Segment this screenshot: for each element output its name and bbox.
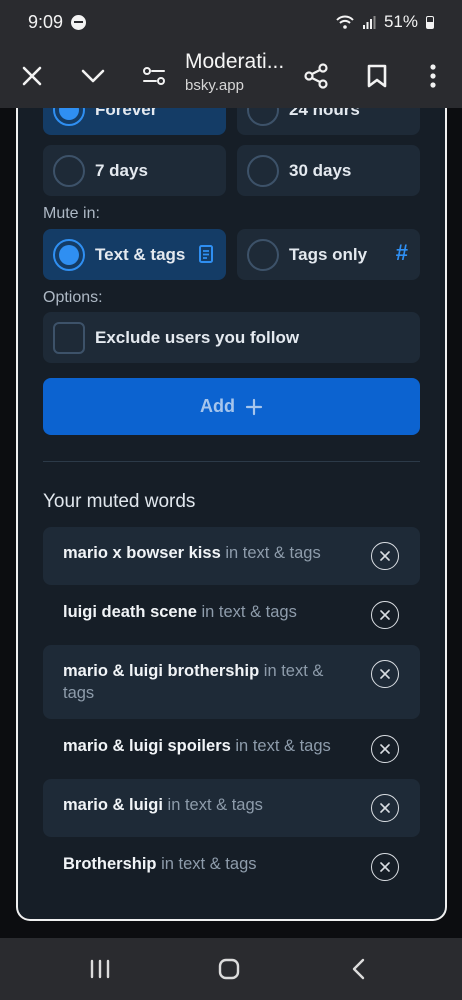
remove-muted-word-button[interactable] — [371, 542, 399, 570]
signal-icon — [362, 16, 376, 29]
muted-word-row: Brothership in text & tags — [43, 838, 420, 896]
muted-word-text: Brothership in text & tags — [63, 853, 353, 875]
muted-word-scope: in text & tags — [235, 737, 331, 755]
page-content: Forever 24 hours 7 days 30 days Mute in:… — [0, 108, 462, 938]
close-icon — [380, 862, 390, 872]
muted-word: luigi death scene — [63, 603, 197, 621]
muted-word: Brothership — [63, 855, 157, 873]
share-button[interactable] — [294, 44, 338, 108]
muted-word-text: mario & luigi spoilers in text & tags — [63, 735, 353, 757]
muted-word: mario & luigi spoilers — [63, 737, 231, 755]
radio-icon — [247, 108, 279, 126]
recent-apps-button[interactable] — [70, 938, 130, 1000]
remove-muted-word-button[interactable] — [371, 601, 399, 629]
option-label: Tags only — [289, 244, 368, 264]
tune-icon — [143, 67, 165, 85]
minimize-button[interactable] — [71, 44, 115, 108]
duration-option-24-hours[interactable]: 24 hours — [237, 108, 420, 135]
battery-percent: 51% — [383, 12, 418, 31]
remove-muted-word-button[interactable] — [371, 853, 399, 881]
site-settings-button[interactable] — [132, 44, 176, 108]
option-label: 24 hours — [289, 108, 360, 119]
option-label: Exclude users you follow — [95, 327, 300, 347]
home-icon — [218, 958, 240, 980]
page-title: Moderati... — [185, 50, 285, 73]
radio-selected-icon — [53, 238, 85, 271]
muted-word-text: mario x bowser kiss in text & tags — [63, 542, 353, 564]
close-icon — [380, 744, 390, 754]
checkbox-icon — [53, 321, 85, 354]
more-options-button[interactable] — [411, 44, 455, 108]
close-tab-button[interactable] — [10, 44, 54, 108]
radio-icon — [53, 154, 85, 187]
muted-word: mario & luigi — [63, 796, 163, 814]
muted-word: mario & luigi brothership — [63, 662, 260, 680]
status-time: 9:09 — [28, 11, 64, 32]
mute-in-label: Mute in: — [43, 205, 100, 222]
exclude-following-checkbox[interactable]: Exclude users you follow — [43, 312, 420, 363]
status-indicators: 51% — [336, 12, 434, 32]
muted-word-row: mario & luigi in text & tags — [43, 779, 420, 837]
divider — [43, 461, 420, 462]
bookmark-icon — [367, 64, 387, 88]
muted-word-scope: in text & tags — [201, 603, 297, 621]
muted-words-title: Your muted words — [43, 491, 196, 512]
add-button[interactable]: Add — [43, 378, 420, 435]
system-nav-bar — [0, 938, 462, 1000]
status-bar: 9:09 51% — [0, 0, 462, 44]
muted-word-scope: in text & tags — [225, 544, 321, 562]
duration-option-forever[interactable]: Forever — [43, 108, 226, 135]
muted-word-scope: in text & tags — [161, 855, 257, 873]
add-button-label: Add — [200, 396, 235, 416]
hashtag-icon: # — [395, 240, 408, 265]
home-button[interactable] — [199, 938, 259, 1000]
close-icon — [22, 66, 42, 86]
muted-word: mario x bowser kiss — [63, 544, 221, 562]
muted-word-text: luigi death scene in text & tags — [63, 601, 353, 623]
recent-apps-icon — [90, 959, 110, 979]
wifi-icon — [336, 15, 354, 29]
radio-icon — [247, 154, 279, 187]
option-label: Text & tags — [95, 244, 186, 264]
battery-icon — [426, 15, 434, 29]
back-icon — [352, 958, 365, 980]
radio-icon — [247, 238, 279, 271]
option-label: 7 days — [95, 160, 148, 180]
more-vertical-icon — [430, 64, 436, 88]
close-icon — [380, 610, 390, 620]
muted-word-row: mario & luigi brothership in text & tags — [43, 645, 420, 719]
duration-option-30-days[interactable]: 30 days — [237, 145, 420, 196]
mute-in-option-text-tags[interactable]: Text & tags — [43, 229, 226, 280]
muted-word-text: mario & luigi in text & tags — [63, 794, 353, 816]
page-url: bsky.app — [185, 77, 244, 94]
muted-word-row: luigi death scene in text & tags — [43, 586, 420, 644]
close-icon — [380, 669, 390, 679]
duration-option-7-days[interactable]: 7 days — [43, 145, 226, 196]
muted-word-row: mario x bowser kiss in text & tags — [43, 527, 420, 585]
option-label: 30 days — [289, 160, 352, 180]
share-icon — [304, 63, 328, 89]
radio-selected-icon — [53, 108, 85, 126]
muted-word-row: mario & luigi spoilers in text & tags — [43, 720, 420, 778]
remove-muted-word-button[interactable] — [371, 735, 399, 763]
browser-toolbar: Moderati... bsky.app — [0, 44, 462, 108]
do-not-disturb-icon — [71, 14, 87, 30]
close-icon — [380, 803, 390, 813]
mute-in-option-tags-only[interactable]: Tags only # — [237, 229, 420, 280]
option-label: Forever — [95, 108, 158, 119]
plus-icon — [245, 398, 263, 415]
remove-muted-word-button[interactable] — [371, 660, 399, 688]
options-label: Options: — [43, 289, 103, 306]
muted-word-text: mario & luigi brothership in text & tags — [63, 660, 353, 704]
chevron-down-icon — [81, 69, 105, 83]
bookmark-button[interactable] — [355, 44, 399, 108]
muted-word-scope: in text & tags — [167, 796, 263, 814]
back-button[interactable] — [328, 938, 388, 1000]
remove-muted-word-button[interactable] — [371, 794, 399, 822]
close-icon — [380, 551, 390, 561]
document-icon — [199, 245, 213, 263]
